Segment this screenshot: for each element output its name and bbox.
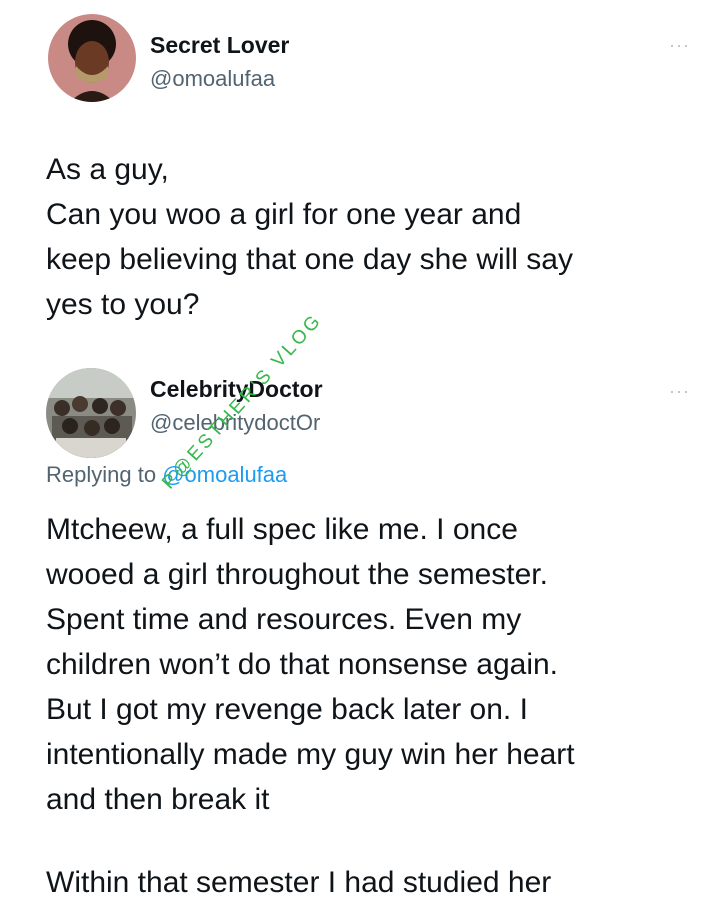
tweet-line: Mtcheew, a full spec like me. I once bbox=[46, 513, 518, 546]
tweet-body: Mtcheew, a full spec like me. I once woo… bbox=[46, 507, 700, 822]
tweet-body: As a guy, Can you woo a girl for one yea… bbox=[46, 147, 700, 327]
tweet-line: keep believing that one day she will say bbox=[46, 243, 573, 276]
replying-to-label: Replying to bbox=[46, 462, 163, 487]
avatar-image bbox=[46, 368, 136, 458]
tweet-line: Spent time and resources. Even my bbox=[46, 603, 522, 636]
more-options-icon[interactable]: ··· bbox=[669, 36, 690, 54]
replying-to: Replying to @omoalufaa bbox=[46, 462, 287, 488]
user-handle[interactable]: @omoalufaa bbox=[150, 66, 275, 92]
tweet-line: children won’t do that nonsense again. bbox=[46, 648, 559, 681]
tweet-line: Can you woo a girl for one year and bbox=[46, 198, 522, 231]
more-options-icon[interactable]: ··· bbox=[669, 382, 690, 400]
tweet-continued-line: Within that semester I had studied her bbox=[46, 866, 552, 899]
display-name[interactable]: CelebrityDoctor bbox=[150, 376, 323, 403]
tweet-line: wooed a girl throughout the semester. bbox=[46, 558, 548, 591]
tweet-line: and then break it bbox=[46, 783, 270, 816]
tweet-line: As a guy, bbox=[46, 153, 169, 186]
display-name[interactable]: Secret Lover bbox=[150, 32, 289, 59]
avatar-secret-lover[interactable] bbox=[48, 14, 136, 102]
tweet-line: yes to you? bbox=[46, 288, 200, 321]
avatar-celebrity-doctor[interactable] bbox=[46, 368, 136, 458]
avatar-image bbox=[48, 14, 136, 102]
user-handle[interactable]: @celebritydoctOr bbox=[150, 410, 320, 436]
tweet-line: intentionally made my guy win her heart bbox=[46, 738, 575, 771]
tweet-line: But I got my revenge back later on. I bbox=[46, 693, 528, 726]
replying-to-mention[interactable]: @omoalufaa bbox=[162, 462, 287, 487]
